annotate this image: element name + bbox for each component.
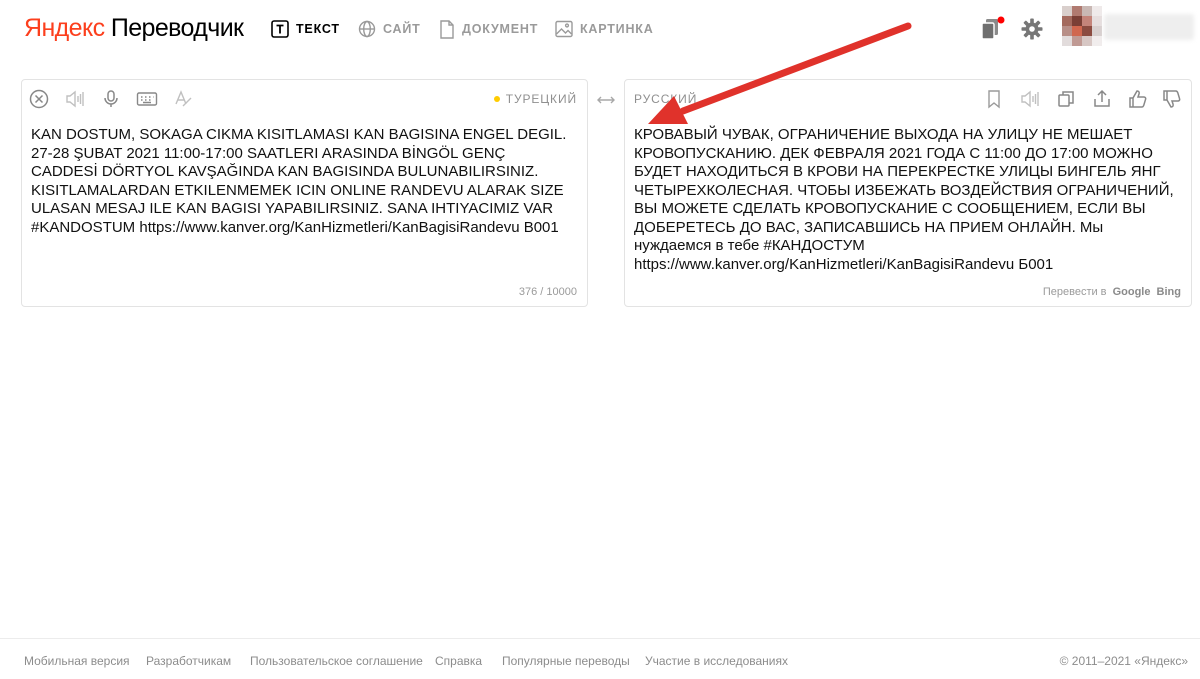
footer-link-agreement[interactable]: Пользовательское соглашение bbox=[250, 654, 423, 668]
swap-languages-icon[interactable] bbox=[596, 93, 616, 111]
thumbs-up-icon[interactable] bbox=[1128, 89, 1148, 114]
tab-image-label: КАРТИНКА bbox=[580, 22, 654, 36]
char-counter: 376 / 10000 bbox=[518, 286, 577, 298]
engine-bing-link[interactable]: Bing bbox=[1157, 286, 1181, 298]
tab-text-label: ТЕКСТ bbox=[296, 22, 340, 36]
footer-link-popular[interactable]: Популярные переводы bbox=[502, 654, 630, 668]
source-panel: ТУРЕЦКИЙ KAN DOSTUM, SOKAGA CIKMA KISITL… bbox=[21, 79, 588, 307]
translate-in: Перевести в Google Bing bbox=[1043, 286, 1181, 298]
translate-in-label: Перевести в bbox=[1042, 286, 1107, 298]
collections-icon[interactable] bbox=[980, 16, 1006, 47]
image-icon bbox=[555, 20, 573, 38]
tab-text[interactable]: ТЕКСТ bbox=[271, 19, 340, 39]
avatar[interactable] bbox=[1062, 6, 1102, 46]
copyright: © 2011–2021 «Яндекс» bbox=[1059, 654, 1188, 668]
target-panel: РУССКИЙ КРОВАВЫЙ ЧУВАК, ОГРАНИЧЕНИЕ ВЫХО… bbox=[624, 79, 1192, 307]
target-language-label[interactable]: РУССКИЙ bbox=[634, 92, 697, 106]
spellcheck-icon[interactable] bbox=[173, 89, 193, 114]
text-icon bbox=[271, 20, 289, 38]
tab-image[interactable]: КАРТИНКА bbox=[555, 19, 654, 39]
logo[interactable]: Яндекс Переводчик bbox=[24, 14, 244, 43]
source-language[interactable]: ТУРЕЦКИЙ bbox=[493, 92, 577, 106]
copy-icon[interactable] bbox=[1056, 89, 1076, 114]
tab-document[interactable]: ДОКУМЕНТ bbox=[439, 19, 538, 39]
translated-text: КРОВАВЫЙ ЧУВАК, ОГРАНИЧЕНИЕ ВЫХОДА НА УЛ… bbox=[634, 126, 1174, 273]
speaker-icon[interactable] bbox=[65, 89, 85, 114]
keyboard-icon[interactable] bbox=[136, 89, 158, 114]
microphone-icon[interactable] bbox=[101, 89, 121, 114]
footer-link-help[interactable]: Справка bbox=[435, 654, 482, 668]
tab-site-label: САЙТ bbox=[383, 22, 421, 36]
globe-icon bbox=[358, 20, 376, 38]
tab-document-label: ДОКУМЕНТ bbox=[462, 22, 539, 36]
speaker-icon[interactable] bbox=[1020, 89, 1040, 114]
footer-link-research[interactable]: Участие в исследованиях bbox=[645, 654, 788, 668]
footer-divider bbox=[0, 638, 1200, 639]
footer-link-developers[interactable]: Разработчикам bbox=[146, 654, 231, 668]
logo-product: Переводчик bbox=[110, 14, 244, 42]
engine-google-link[interactable]: Google bbox=[1113, 286, 1151, 298]
document-icon bbox=[439, 19, 455, 39]
clear-icon[interactable] bbox=[29, 89, 49, 114]
settings-icon[interactable] bbox=[1021, 18, 1043, 45]
footer-link-mobile[interactable]: Мобильная версия bbox=[24, 654, 130, 668]
source-language-label: ТУРЕЦКИЙ bbox=[505, 92, 577, 106]
share-icon[interactable] bbox=[1092, 89, 1112, 114]
thumbs-down-icon[interactable] bbox=[1162, 89, 1182, 114]
tab-site[interactable]: САЙТ bbox=[358, 19, 421, 39]
language-indicator bbox=[493, 96, 500, 102]
source-text[interactable]: KAN DOSTUM, SOKAGA CIKMA KISITLAMASI KAN… bbox=[31, 126, 579, 237]
logo-brand: Яндекс bbox=[24, 14, 105, 42]
bookmark-icon[interactable] bbox=[984, 89, 1004, 114]
user-name-blurred[interactable] bbox=[1104, 14, 1194, 40]
